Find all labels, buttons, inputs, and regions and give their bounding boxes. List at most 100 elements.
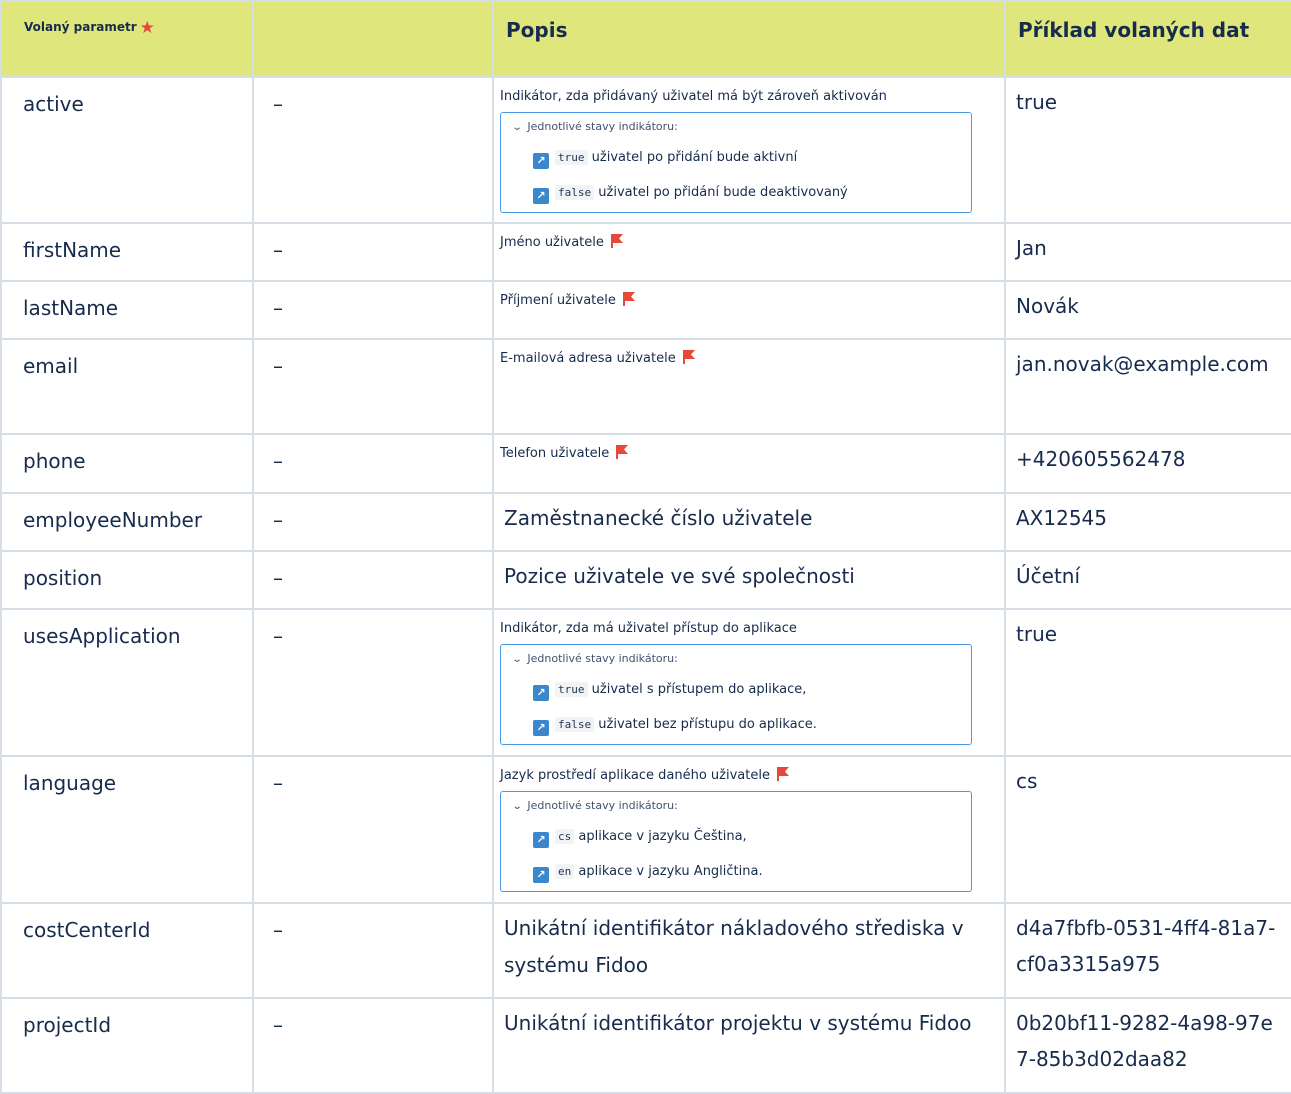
param-name: language [0, 755, 254, 904]
param-dash: – [252, 492, 494, 552]
param-description: Indikátor, zda přidávaný uživatel má být… [492, 76, 1006, 224]
table-row: costCenterId – Unikátní identifikátor ná… [0, 902, 1291, 999]
param-name: email [0, 338, 254, 435]
state-item: ↗ cs aplikace v jazyku Čeština, [533, 827, 961, 848]
arrow-icon: ↗ [533, 685, 549, 701]
header-param: Volaný parametr ★ [0, 0, 254, 78]
param-description: E-mailová adresa uživatele [492, 338, 1006, 435]
param-description: Zaměstnanecké číslo uživatele [492, 492, 1006, 552]
param-name: projectId [0, 997, 254, 1094]
arrow-icon: ↗ [533, 867, 549, 883]
table-row: employeeNumber – Zaměstnanecké číslo uži… [0, 492, 1291, 552]
param-dash: – [252, 76, 494, 224]
state-text: uživatel bez přístupu do aplikace. [598, 717, 817, 732]
param-dash: – [252, 433, 494, 494]
description-text: E-mailová adresa uživatele [500, 351, 676, 366]
expand-header[interactable]: ⌄ Jednotlivé stavy indikátoru: [511, 651, 961, 668]
param-dash: – [252, 338, 494, 435]
chevron-down-icon: ⌄ [511, 654, 523, 665]
description-text: Unikátní identifikátor projektu v systém… [504, 1011, 972, 1035]
description-text: Unikátní identifikátor nákladového střed… [504, 916, 964, 977]
param-name: lastName [0, 280, 254, 340]
param-description: Jméno uživatele [492, 222, 1006, 282]
state-item: ↗ en aplikace v jazyku Angličtina. [533, 862, 961, 883]
expand-title: Jednotlivé stavy indikátoru: [527, 799, 678, 812]
parameters-table: Volaný parametr ★ Popis Příklad volaných … [0, 0, 1291, 1094]
flag-icon [682, 350, 695, 364]
example-value: 0b20bf11-9282-4a98-97e7-85b3d02daa82 [1004, 997, 1291, 1094]
table-row: position – Pozice uživatele ve své spole… [0, 550, 1291, 610]
example-value: jan.novak@example.com [1004, 338, 1291, 435]
state-text: uživatel po přidání bude deaktivovaný [598, 185, 848, 200]
flag-icon [623, 292, 636, 306]
state-item: ↗ true uživatel s přístupem do aplikace, [533, 680, 961, 701]
example-value: d4a7fbfb-0531-4ff4-81a7-cf0a3315a975 [1004, 902, 1291, 999]
flag-icon [611, 234, 624, 248]
example-value: +420605562478 [1004, 433, 1291, 494]
param-name: phone [0, 433, 254, 494]
param-description: Příjmení uživatele [492, 280, 1006, 340]
param-dash: – [252, 222, 494, 282]
expand-title: Jednotlivé stavy indikátoru: [527, 120, 678, 133]
param-description: Jazyk prostředí aplikace daného uživatel… [492, 755, 1006, 904]
state-text: aplikace v jazyku Angličtina. [578, 864, 763, 879]
table-row: projectId – Unikátní identifikátor proje… [0, 997, 1291, 1094]
param-name: usesApplication [0, 608, 254, 757]
param-dash: – [252, 608, 494, 757]
table-row: email – E-mailová adresa uživatele jan.n… [0, 338, 1291, 435]
param-description: Pozice uživatele ve své společnosti [492, 550, 1006, 610]
param-dash: – [252, 280, 494, 340]
expand-header[interactable]: ⌄ Jednotlivé stavy indikátoru: [511, 798, 961, 815]
arrow-icon: ↗ [533, 188, 549, 204]
header-empty [252, 0, 494, 78]
arrow-icon: ↗ [533, 832, 549, 848]
star-icon: ★ [139, 18, 155, 38]
states-expand-box[interactable]: ⌄ Jednotlivé stavy indikátoru: ↗ cs aplika… [500, 791, 972, 892]
param-dash: – [252, 902, 494, 999]
table-row: active – Indikátor, zda přidávaný uživat… [0, 76, 1291, 224]
example-value: cs [1004, 755, 1291, 904]
chevron-down-icon: ⌄ [511, 801, 523, 812]
state-code: false [555, 717, 595, 732]
header-priklad: Příklad volaných dat [1004, 0, 1291, 78]
param-description: Telefon uživatele [492, 433, 1006, 494]
chevron-down-icon: ⌄ [511, 122, 523, 133]
table-row: language – Jazyk prostředí aplikace dané… [0, 755, 1291, 904]
example-value: Účetní [1004, 550, 1291, 610]
description-text: Telefon uživatele [500, 446, 610, 461]
state-text: aplikace v jazyku Čeština, [578, 829, 747, 844]
example-value: AX12545 [1004, 492, 1291, 552]
table-row: phone – Telefon uživatele +420605562478 [0, 433, 1291, 494]
table-row: lastName – Příjmení uživatele Novák [0, 280, 1291, 340]
param-description: Indikátor, zda má uživatel přístup do ap… [492, 608, 1006, 757]
table-row: usesApplication – Indikátor, zda má uživ… [0, 608, 1291, 757]
description-text: Zaměstnanecké číslo uživatele [504, 506, 813, 530]
param-name: firstName [0, 222, 254, 282]
param-name: position [0, 550, 254, 610]
description-text: Jazyk prostředí aplikace daného uživatel… [500, 768, 770, 783]
param-dash: – [252, 997, 494, 1094]
param-description: Unikátní identifikátor nákladového střed… [492, 902, 1006, 999]
header-popis: Popis [492, 0, 1006, 78]
arrow-icon: ↗ [533, 720, 549, 736]
expand-header[interactable]: ⌄ Jednotlivé stavy indikátoru: [511, 119, 961, 136]
state-text: uživatel po přidání bude aktivní [591, 150, 798, 165]
expand-title: Jednotlivé stavy indikátoru: [527, 652, 678, 665]
param-name: employeeNumber [0, 492, 254, 552]
param-dash: – [252, 755, 494, 904]
description-text: Pozice uživatele ve své společnosti [504, 564, 855, 588]
flag-icon [616, 445, 629, 459]
state-code: true [555, 150, 588, 165]
states-expand-box[interactable]: ⌄ Jednotlivé stavy indikátoru: ↗ true uživ… [500, 112, 972, 213]
state-item: ↗ false uživatel bez přístupu do aplikace… [533, 715, 961, 736]
state-item: ↗ true uživatel po přidání bude aktivní [533, 148, 961, 169]
param-name: active [0, 76, 254, 224]
state-code: cs [555, 829, 575, 844]
state-code: true [555, 682, 588, 697]
description-text: Indikátor, zda přidávaný uživatel má být… [500, 89, 887, 104]
example-value: Novák [1004, 280, 1291, 340]
example-value: true [1004, 608, 1291, 757]
state-item: ↗ false uživatel po přidání bude deaktivo… [533, 183, 961, 204]
example-value: true [1004, 76, 1291, 224]
states-expand-box[interactable]: ⌄ Jednotlivé stavy indikátoru: ↗ true uživ… [500, 644, 972, 745]
